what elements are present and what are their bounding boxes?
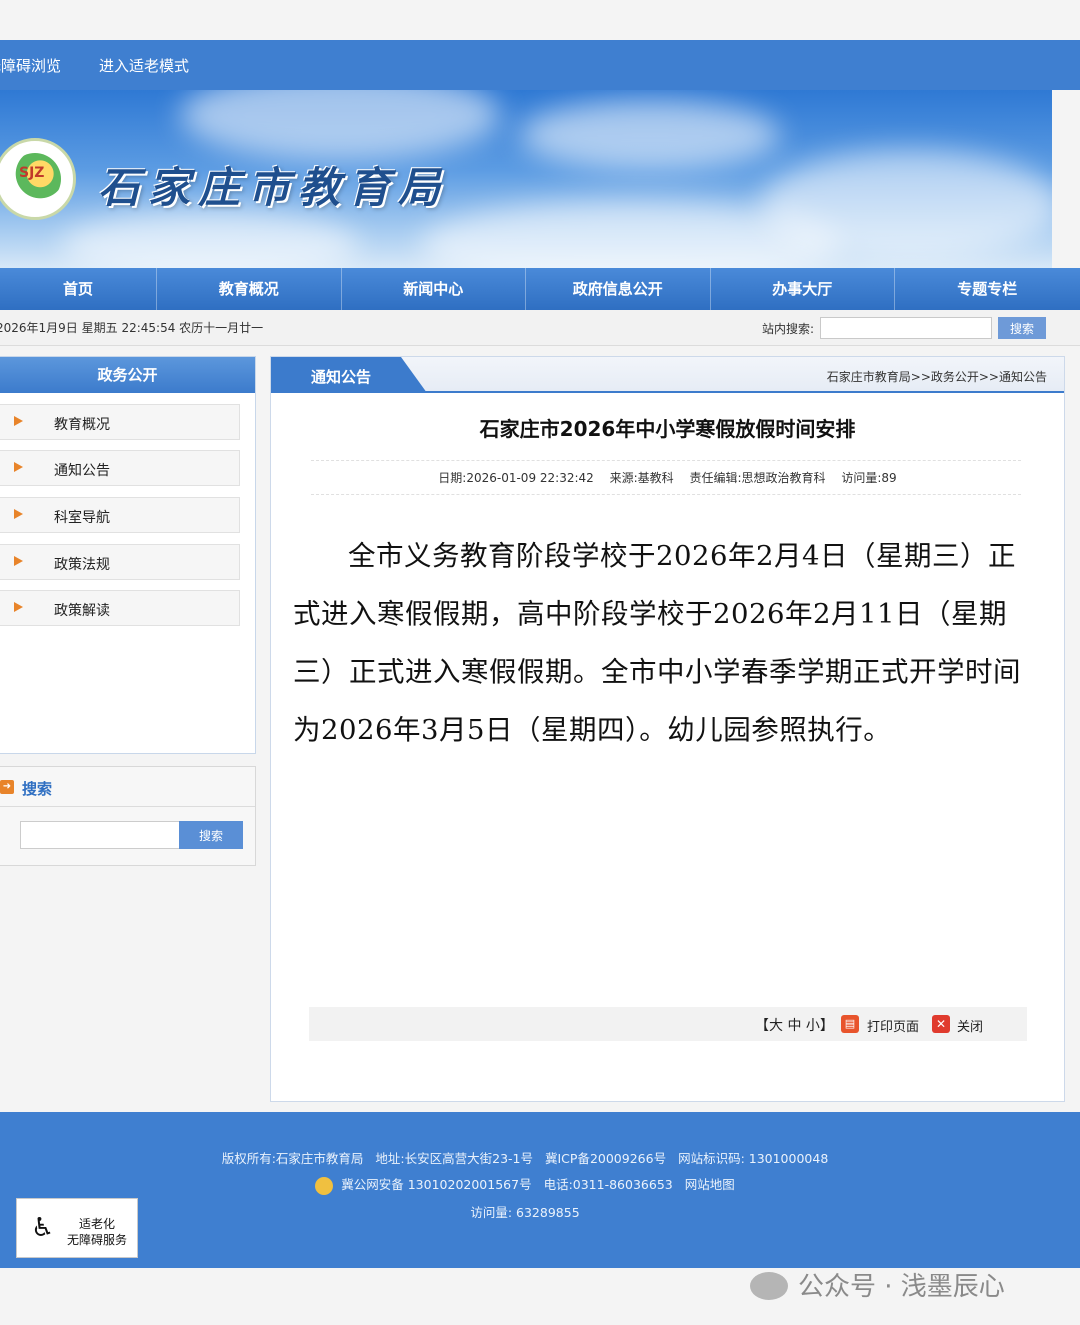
article-visits: 访问量:89 (841, 471, 897, 485)
article-title: 石家庄市2026年中小学寒假放假时间安排 (479, 417, 856, 441)
arrow-icon (14, 416, 23, 426)
sidebar-title: 政务公开 (0, 357, 255, 393)
main-nav: 首页 教育概况 新闻中心 政府信息公开 办事大厅 专题专栏 (0, 268, 1080, 310)
article-editor: 责任编辑:思想政治教育科 (689, 471, 826, 485)
footer-visits: 访问量: 63289855 (470, 1205, 580, 1220)
sidebar-item-notices[interactable]: 通知公告 (0, 450, 240, 486)
arrow-icon (14, 602, 23, 612)
sidebar-item-label: 科室导航 (54, 510, 110, 526)
elder-badge-line-1: 适老化 (79, 1217, 116, 1231)
tab-label: 通知公告 (311, 368, 372, 386)
site-search-input[interactable] (820, 317, 992, 339)
footer-address: 地址:长安区高营大街23-1号 (375, 1151, 534, 1166)
sidebar-item-education-overview[interactable]: 教育概况 (0, 404, 240, 440)
police-badge-icon (315, 1176, 334, 1195)
header-banner: SJZ 石家庄市教育局 (0, 90, 1052, 268)
article-panel-header: 通知公告 石家庄市教育局>>政务公开>>通知公告 (271, 357, 1064, 393)
site-search-button[interactable]: 搜索 (998, 317, 1046, 339)
article-source: 来源:基教科 (609, 471, 674, 485)
top-strip (0, 0, 1080, 40)
sidebar: 政务公开 教育概况 通知公告 科室导航 政策法规 政策解读 (0, 356, 256, 754)
accessible-browse-link[interactable]: 无障碍浏览 (0, 55, 61, 76)
footer-police-record[interactable]: 冀公网安备 13010202001567号 (341, 1177, 531, 1192)
tab-notices: 通知公告 (271, 357, 427, 393)
arrow-icon (14, 556, 23, 566)
accessibility-bar: 无障碍浏览 进入适老模式 (0, 40, 1080, 90)
print-page-link[interactable]: 打印页面 (867, 1016, 919, 1035)
sidebar-item-departments[interactable]: 科室导航 (0, 497, 240, 533)
date-text: 2026年1月9日 星期五 22:45:54 农历十一月廿一 (0, 321, 264, 335)
footer-line-1: 版权所有:石家庄市教育局 地址:长安区高营大街23-1号 冀ICP备200092… (0, 1148, 1050, 1167)
info-bar: 2026年1月9日 星期五 22:45:54 农历十一月廿一 站内搜索: 搜索 (0, 310, 1080, 346)
print-icon[interactable]: ▤ (841, 1015, 859, 1033)
article-body: 全市义务教育阶段学校于2026年2月4日（星期三）正式进入寒假假期，高中阶段学校… (293, 540, 1021, 746)
elder-mode-link[interactable]: 进入适老模式 (99, 55, 189, 76)
side-search-title: 搜索 (22, 780, 53, 798)
close-link[interactable]: 关闭 (957, 1016, 983, 1035)
side-search-input[interactable] (20, 821, 180, 849)
bureau-logo-icon: SJZ (0, 138, 76, 220)
footer-copyright: 版权所有:石家庄市教育局 (221, 1151, 364, 1166)
sidebar-item-label: 教育概况 (54, 417, 110, 433)
divider (311, 460, 1021, 461)
nav-special-topics[interactable]: 专题专栏 (895, 268, 1080, 310)
footer-icp[interactable]: 冀ICP备20009266号 (545, 1151, 666, 1166)
arrow-right-icon: ➜ (0, 780, 14, 794)
wechat-watermark: 公众号 · 浅墨辰心 (750, 1266, 1005, 1302)
wheelchair-icon: ♿ (31, 1213, 55, 1243)
footer-sitemap-link[interactable]: 网站地图 (685, 1177, 735, 1192)
nav-service-hall[interactable]: 办事大厅 (711, 268, 895, 310)
side-search-button[interactable]: 搜索 (179, 821, 243, 849)
arrow-icon (14, 462, 23, 472)
article-meta: 日期:2026-01-09 22:32:42 来源:基教科 责任编辑:思想政治教… (271, 469, 1064, 486)
sidebar-item-label: 政策解读 (54, 603, 110, 619)
site-name: 石家庄市教育局 (98, 163, 449, 212)
font-size-selector[interactable]: 【大 中 小】 (755, 1015, 834, 1035)
site-search-label: 站内搜索: (762, 322, 815, 336)
footer-phone: 电话:0311-86036653 (543, 1177, 673, 1192)
nav-education-overview[interactable]: 教育概况 (157, 268, 342, 310)
elder-badge-line-2: 无障碍服务 (67, 1233, 128, 1247)
article-tools: 【大 中 小】 ▤ 打印页面 ✕ 关闭 (309, 1007, 1027, 1041)
breadcrumb: 石家庄市教育局>>政务公开>>通知公告 (826, 370, 1047, 384)
article-date: 日期:2026-01-09 22:32:42 (438, 471, 594, 485)
nav-news-center[interactable]: 新闻中心 (342, 268, 526, 310)
footer: 版权所有:石家庄市教育局 地址:长安区高营大街23-1号 冀ICP备200092… (0, 1112, 1080, 1268)
close-icon[interactable]: ✕ (932, 1015, 950, 1033)
sidebar-item-policies[interactable]: 政策法规 (0, 544, 240, 580)
wechat-icon (750, 1271, 788, 1300)
nav-home[interactable]: 首页 (0, 268, 157, 310)
nav-gov-info[interactable]: 政府信息公开 (526, 268, 711, 310)
watermark-text: 公众号 · 浅墨辰心 (798, 1272, 1005, 1302)
footer-site-code: 网站标识码: 1301000048 (678, 1151, 829, 1166)
divider (311, 494, 1021, 495)
footer-line-2: 冀公网安备 13010202001567号 电话:0311-86036653 网… (0, 1174, 1050, 1195)
sidebar-item-label: 政策法规 (54, 557, 110, 573)
article-panel: 通知公告 石家庄市教育局>>政务公开>>通知公告 石家庄市2026年中小学寒假放… (270, 356, 1065, 1102)
sidebar-item-label: 通知公告 (54, 463, 110, 479)
side-search-box: ➜ 搜索 搜索 (0, 766, 256, 866)
elder-accessibility-badge[interactable]: ♿ 适老化 无障碍服务 (16, 1198, 138, 1258)
arrow-icon (14, 509, 23, 519)
side-search-header: ➜ 搜索 (0, 767, 255, 807)
sidebar-item-policy-interpretation[interactable]: 政策解读 (0, 590, 240, 626)
